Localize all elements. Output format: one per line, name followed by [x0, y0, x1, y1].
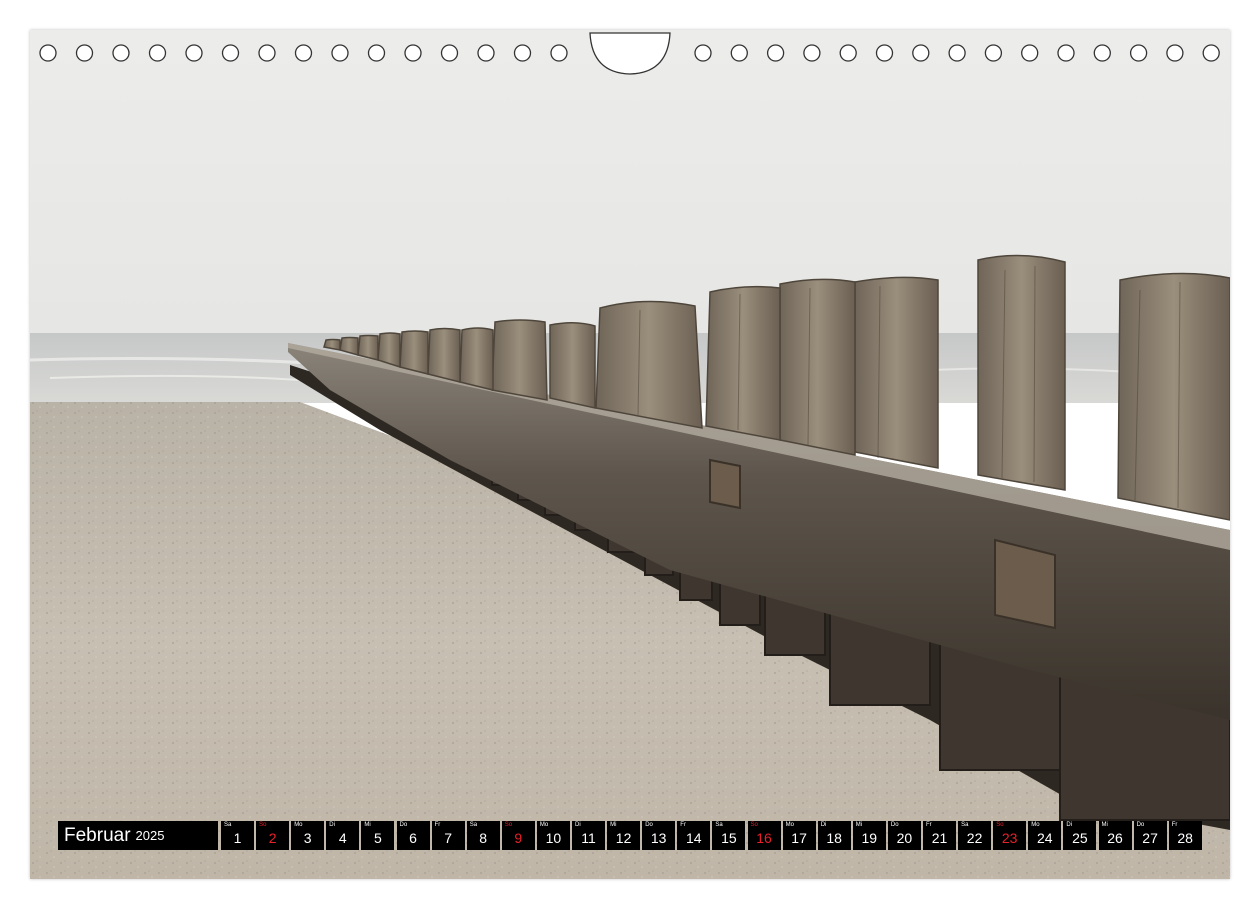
day-number: 6: [409, 830, 417, 846]
day-number: 3: [303, 830, 312, 846]
day-abbr: Sa: [469, 822, 478, 828]
day-cell: Fr 7: [431, 821, 465, 850]
day-abbr: Mo: [785, 822, 794, 828]
day-abbr: Mo: [539, 822, 549, 828]
day-abbr: Mi: [1101, 822, 1108, 828]
calendar-page: Februar 2025 Sa 1 So 2 Mo 3 Di 4 Mi 5 Do 6 Fr 7 Sa 8 So 9…: [30, 30, 1230, 879]
month-name: Februar: [64, 824, 131, 846]
day-abbr: Sa: [961, 822, 969, 828]
day-abbr: Do: [645, 822, 653, 828]
day-cell: Mi 12: [607, 821, 641, 850]
day-abbr: So: [259, 822, 267, 828]
day-cell: Mi 5: [361, 821, 395, 850]
day-number: 4: [338, 830, 347, 846]
day-number: 15: [721, 830, 737, 846]
day-number: 25: [1072, 830, 1088, 846]
calendar-strip: Februar 2025 Sa 1 So 2 Mo 3 Di 4 Mi 5 Do 6 Fr 7 Sa 8 So 9…: [58, 821, 1202, 850]
day-cell: So 2: [256, 821, 290, 850]
day-cell: So 16: [747, 821, 781, 850]
day-abbr: Mo: [294, 822, 303, 828]
day-abbr: Do: [1136, 822, 1145, 828]
day-abbr: Sa: [715, 822, 723, 828]
day-number: 7: [444, 830, 452, 846]
day-abbr: Di: [1066, 822, 1073, 828]
day-cell: Di 11: [572, 821, 605, 850]
day-number: 18: [826, 830, 842, 846]
groyne-beach-photo: [30, 30, 1230, 879]
day-cell: Sa 15: [712, 821, 746, 850]
day-number: 22: [966, 830, 983, 846]
day-number: 24: [1037, 830, 1053, 846]
day-number: 28: [1177, 830, 1193, 846]
day-cell: So 23: [993, 821, 1027, 850]
day-abbr: Di: [820, 822, 827, 828]
day-cell: Do 27: [1133, 821, 1167, 850]
day-cell: Do 6: [396, 821, 430, 850]
day-number: 23: [1001, 830, 1018, 846]
day-abbr: Fr: [680, 822, 686, 828]
day-cell: Di 4: [326, 821, 360, 850]
day-cell: Fr 14: [677, 821, 711, 850]
day-abbr: Do: [890, 822, 899, 828]
day-number: 5: [373, 830, 382, 846]
day-abbr: Mi: [855, 822, 863, 828]
day-cell: Mo 17: [782, 821, 816, 850]
day-cell: Sa 1: [221, 821, 254, 850]
day-number: 9: [514, 830, 523, 846]
day-cell: Mo 24: [1028, 821, 1062, 850]
day-cell: Mo 10: [536, 821, 570, 850]
day-number: 26: [1107, 830, 1123, 846]
day-number: 1: [233, 830, 242, 846]
day-abbr: Do: [399, 822, 408, 828]
day-abbr: Fr: [434, 822, 441, 828]
month-label: Februar 2025: [58, 821, 218, 850]
day-cell: Mi 19: [852, 821, 886, 850]
day-cell: Mo 3: [291, 821, 325, 850]
day-cell: So 9: [501, 821, 535, 850]
day-number: 17: [791, 830, 807, 846]
day-abbr: So: [996, 822, 1004, 828]
day-number: 10: [545, 830, 562, 846]
day-cell: Do 13: [642, 821, 676, 850]
day-cell: Di 18: [817, 821, 851, 850]
day-cell: Do 20: [887, 821, 921, 850]
day-abbr: Fr: [926, 822, 932, 828]
day-cell: Fr 21: [923, 821, 956, 850]
day-cell: Fr 28: [1168, 821, 1202, 850]
day-number: 8: [479, 830, 488, 846]
day-abbr: Di: [575, 822, 581, 828]
day-number: 14: [686, 830, 702, 846]
day-number: 2: [268, 830, 277, 846]
day-number: 27: [1142, 830, 1158, 846]
day-abbr: Mi: [364, 822, 371, 828]
day-number: 21: [931, 830, 948, 846]
day-abbr: Mi: [610, 822, 617, 828]
day-cell: Di 25: [1063, 821, 1097, 850]
day-number: 19: [861, 830, 878, 846]
day-number: 12: [615, 830, 632, 846]
day-cell: Sa 8: [466, 821, 500, 850]
day-abbr: Sa: [224, 822, 232, 828]
day-abbr: Di: [329, 822, 335, 828]
day-abbr: So: [750, 822, 758, 828]
year: 2025: [135, 828, 165, 843]
day-abbr: Mo: [1031, 822, 1040, 828]
day-number: 11: [581, 830, 596, 846]
day-number: 16: [756, 830, 772, 846]
day-cell: Sa 22: [958, 821, 992, 850]
day-abbr: Fr: [1171, 822, 1178, 828]
day-number: 13: [650, 830, 667, 846]
day-abbr: So: [504, 822, 513, 828]
day-number: 20: [896, 830, 913, 846]
day-cell: Mi 26: [1098, 821, 1132, 850]
